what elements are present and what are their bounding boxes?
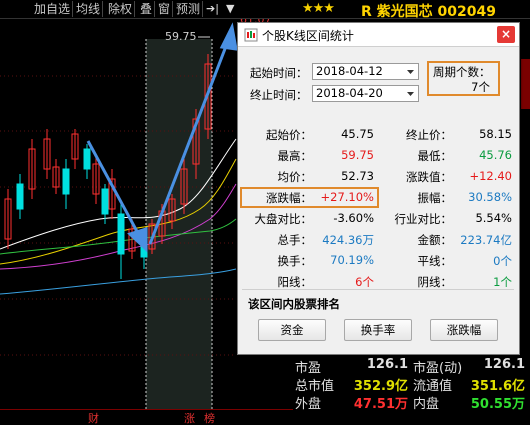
chart-toolbar: 加自选 均线 除权 叠 窗 预测 ➔| ▼ ★★★ R 紫光国芯 002049 [0, 0, 530, 20]
start-time-value: 2018-04-12 [316, 64, 383, 78]
forecast-button[interactable]: 预测 [174, 1, 204, 17]
start-time-label: 起始时间： [250, 66, 308, 80]
industry-compare-label: 行业对比： [394, 212, 453, 226]
inner-volume-value: 50.55万 [470, 397, 525, 412]
ranking-mark[interactable]: 榜 [204, 410, 215, 425]
high-label: 最高： [277, 149, 313, 163]
pct-change-label: 涨跌幅： [266, 191, 312, 205]
window-button[interactable]: 窗 [156, 1, 174, 17]
add-watchlist-button[interactable]: 加自选 [32, 1, 74, 17]
chevron-down-icon[interactable] [404, 87, 417, 100]
outer-volume-value: 47.51万 [353, 397, 408, 412]
pe-dynamic-label: 市盈(动) [413, 361, 463, 376]
stats-grid: 起始价： 45.75 终止价： 58.15 最高： 59.75 最低： 45.7… [240, 119, 514, 289]
period-count-box: 周期个数： 7个 [427, 61, 500, 96]
dialog-titlebar[interactable]: 个股K线区间统计 × [238, 23, 519, 47]
period-count-label: 周期个数： [433, 65, 491, 79]
divider [242, 289, 514, 290]
rating-stars: ★★★ [302, 1, 335, 16]
up-candles-label: 阳线： [277, 275, 313, 289]
period-count-value: 7个 [471, 80, 490, 94]
down-candles-label: 阴线： [417, 275, 453, 289]
start-price-value: 45.75 [341, 127, 374, 141]
low-label: 最低： [417, 149, 453, 163]
pe-dynamic-value: 126.1 [483, 357, 525, 372]
rank-by-capital-button[interactable]: 资金 [258, 319, 326, 341]
chevron-down-icon[interactable] [404, 65, 417, 78]
turnover-label: 换手： [277, 254, 313, 268]
change-label: 涨跌值： [406, 170, 452, 184]
high-price-label: 59.75 [165, 30, 197, 43]
pe-value: 126.1 [366, 357, 408, 372]
amount-value: 223.74亿 [460, 233, 512, 247]
up-candles-value: 6个 [355, 275, 374, 289]
turnover-value: 70.19% [330, 253, 374, 267]
moving-average-button[interactable]: 均线 [74, 1, 104, 17]
total-market-cap-value: 352.9亿 [353, 379, 408, 394]
total-volume-label: 总手： [277, 233, 313, 247]
end-price-label: 终止价： [406, 128, 452, 142]
close-button[interactable]: × [497, 26, 515, 43]
rank-by-turnover-button[interactable]: 换手率 [344, 319, 412, 341]
flat-candles-label: 平线： [417, 254, 453, 268]
down-candles-value: 1个 [493, 275, 512, 289]
kline-range-stats-dialog: 个股K线区间统计 × 起始时间： 2018-04-12 终止时间： 2018-0… [237, 22, 520, 355]
chevron-down-icon[interactable]: ▼ [226, 1, 234, 17]
amplitude-value: 30.58% [468, 190, 512, 204]
low-value: 45.76 [479, 148, 512, 162]
market-compare-label: 大盘对比： [254, 212, 313, 226]
start-price-label: 起始价： [266, 128, 312, 142]
rank-by-change-button[interactable]: 涨跌幅 [430, 319, 498, 341]
chart-bottom-strip: 财 涨 榜 [0, 409, 293, 425]
outer-volume-label: 外盘 [295, 397, 322, 412]
annotation-arrowhead-up [219, 22, 238, 51]
end-time-select[interactable]: 2018-04-20 [312, 85, 419, 102]
ex-rights-button[interactable]: 除权 [106, 1, 136, 17]
avg-price-value: 52.73 [341, 169, 374, 183]
amplitude-label: 振幅： [417, 191, 453, 205]
amount-label: 金额： [417, 233, 453, 247]
total-market-cap-label: 总市值 [295, 379, 335, 394]
market-compare-value: -3.60% [333, 211, 374, 225]
start-time-select[interactable]: 2018-04-12 [312, 63, 419, 80]
finance-mark[interactable]: 财 [88, 410, 99, 425]
pct-change-value: +27.10% [320, 190, 375, 204]
arrow-right-icon[interactable]: ➔| [206, 1, 219, 17]
ranking-section-title: 该区间内股票排名 [248, 297, 340, 311]
overlay-button[interactable]: 叠 [138, 1, 156, 17]
quote-info-panel: 市盈 126.1 市盈(动) 126.1 总市值 352.9亿 流通值 351.… [293, 355, 530, 425]
limit-up-mark[interactable]: 涨 [184, 410, 195, 425]
stock-software-window: 加自选 均线 除权 叠 窗 预测 ➔| ▼ ★★★ R 紫光国芯 002049 [0, 0, 530, 425]
pe-label: 市盈 [295, 361, 322, 376]
total-volume-value: 424.36万 [322, 233, 374, 247]
inner-volume-label: 内盘 [413, 397, 440, 412]
flat-candles-value: 0个 [493, 254, 512, 268]
dialog-title: 个股K线区间统计 [262, 29, 354, 43]
end-time-value: 2018-04-20 [316, 86, 383, 100]
end-price-value: 58.15 [479, 127, 512, 141]
change-value: +12.40 [469, 169, 512, 183]
avg-price-label: 均价： [277, 170, 313, 184]
industry-compare-value: 5.54% [475, 211, 512, 225]
float-market-cap-label: 流通值 [413, 379, 453, 394]
high-value: 59.75 [341, 148, 374, 162]
candlestick-app-icon [244, 28, 258, 42]
float-market-cap-value: 351.6亿 [470, 379, 525, 394]
end-time-label: 终止时间： [250, 88, 308, 102]
stock-title: R 紫光国芯 002049 [361, 4, 496, 20]
